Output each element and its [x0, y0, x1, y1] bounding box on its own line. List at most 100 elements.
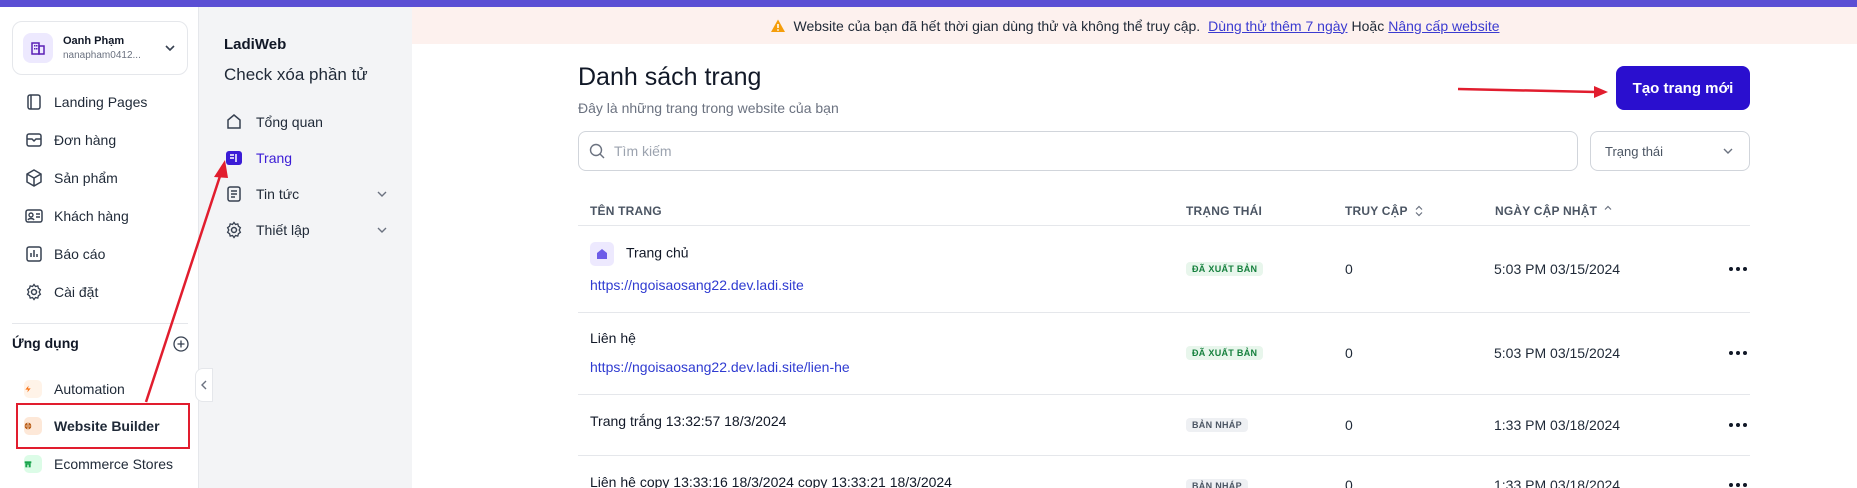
- sidebar-item-label: Sản phẩm: [54, 170, 118, 186]
- chevron-down-icon: [1723, 148, 1733, 154]
- table-divider: [578, 394, 1750, 395]
- status-badge: ĐÃ XUẤT BẢN: [1186, 262, 1264, 276]
- column-header-status: TRẠNG THÁI: [1186, 204, 1262, 218]
- status-filter-select[interactable]: Trạng thái: [1590, 131, 1750, 171]
- landing-pages-icon: [27, 94, 41, 110]
- chevron-down-icon: [165, 45, 175, 52]
- sidebar-item-settings[interactable]: Cài đặt: [24, 280, 98, 304]
- sidebar-item-orders[interactable]: Đơn hàng: [24, 128, 116, 152]
- page-name[interactable]: Liên hệ: [590, 330, 636, 346]
- contact-card-icon: [25, 209, 43, 223]
- sidebar-item-customers[interactable]: Khách hàng: [24, 204, 129, 228]
- site-navigation: LadiWeb Check xóa phần tử Tổng quan Tran…: [199, 7, 412, 488]
- table-header: TÊN TRANG TRẠNG THÁI TRUY CẬP NGÀY CẬP N…: [578, 196, 1750, 226]
- site-nav-pages[interactable]: Trang: [224, 147, 389, 169]
- sidebar-item-reports[interactable]: Báo cáo: [24, 242, 105, 266]
- product-box-icon: [26, 169, 42, 187]
- search-placeholder: Tìm kiếm: [614, 143, 672, 159]
- table-divider: [578, 312, 1750, 313]
- homepage-icon: [590, 242, 614, 266]
- sidebar-app-label: Automation: [54, 381, 125, 397]
- status-filter-label: Trạng thái: [1605, 143, 1664, 159]
- site-nav-label: Tổng quan: [256, 114, 323, 130]
- sort-icon: [1415, 205, 1423, 217]
- create-page-button[interactable]: Tạo trang mới: [1616, 66, 1750, 110]
- sidebar-item-label: Đơn hàng: [54, 132, 117, 148]
- sidebar-item-label: Cài đặt: [54, 284, 99, 300]
- site-subtitle: Check xóa phần tử: [224, 65, 368, 84]
- annotation-arrow-to-create-button: [1457, 86, 1608, 98]
- column-header-name: TÊN TRANG: [590, 204, 662, 218]
- page-title: Danh sách trang: [578, 63, 762, 91]
- status-badge: BẢN NHÁP: [1186, 479, 1248, 488]
- updated-date: 5:03 PM 03/15/2024: [1494, 345, 1621, 361]
- visit-count: 0: [1345, 477, 1353, 488]
- table-divider: [578, 225, 1750, 226]
- site-nav-label: Trang: [256, 150, 293, 166]
- page-name[interactable]: Liên hệ copy 13:33:16 18/3/2024 copy 13:…: [590, 474, 952, 488]
- site-nav-news[interactable]: Tin tức: [224, 183, 389, 205]
- account-email: nanapham0412...: [63, 50, 141, 61]
- search-input[interactable]: Tìm kiếm: [578, 131, 1578, 171]
- more-options-icon[interactable]: [1728, 422, 1748, 428]
- top-accent-bar: [0, 0, 1857, 7]
- chevron-left-icon: [201, 380, 207, 390]
- table-divider: [578, 455, 1750, 456]
- orders-icon: [26, 133, 42, 147]
- column-header-updated-label: NGÀY CẬP NHẬT: [1495, 204, 1598, 218]
- warning-icon: [770, 19, 785, 32]
- site-nav-overview[interactable]: Tổng quan: [224, 111, 389, 133]
- store-icon: [24, 455, 42, 473]
- chevron-down-icon[interactable]: [375, 187, 389, 201]
- page-name[interactable]: Trang trắng 13:32:57 18/3/2024: [590, 413, 786, 429]
- page-url-link[interactable]: https://ngoisaosang22.dev.ladi.site: [590, 277, 804, 293]
- column-header-visits-label: TRUY CẬP: [1345, 204, 1408, 218]
- updated-date: 1:33 PM 03/18/2024: [1494, 477, 1621, 488]
- visit-count: 0: [1345, 261, 1353, 277]
- sidebar-item-products[interactable]: Sản phẩm: [24, 166, 118, 190]
- more-options-icon[interactable]: [1728, 482, 1748, 488]
- gear-icon: [26, 283, 42, 301]
- site-nav-settings[interactable]: Thiết lập: [224, 219, 389, 241]
- extend-trial-link[interactable]: Dùng thử thêm 7 ngày: [1208, 18, 1347, 34]
- banner-message: Website của bạn đã hết thời gian dùng th…: [793, 17, 1201, 34]
- more-options-icon[interactable]: [1728, 350, 1748, 356]
- sidebar-item-label: Báo cáo: [54, 246, 106, 262]
- upgrade-website-link[interactable]: Nâng cấp website: [1388, 18, 1499, 34]
- sidebar-app-ecommerce[interactable]: Ecommerce Stores: [24, 452, 173, 476]
- visit-count: 0: [1345, 345, 1353, 361]
- add-app-icon[interactable]: [173, 336, 189, 352]
- pages-icon: [226, 151, 242, 165]
- more-options-icon[interactable]: [1728, 266, 1748, 272]
- sidebar-item-label: Khách hàng: [54, 208, 129, 224]
- status-badge: BẢN NHÁP: [1186, 418, 1248, 432]
- chevron-down-icon[interactable]: [375, 223, 389, 237]
- column-header-visits[interactable]: TRUY CẬP: [1345, 204, 1424, 218]
- status-badge: ĐÃ XUẤT BẢN: [1186, 346, 1264, 360]
- gear-icon: [226, 221, 242, 239]
- sidebar-app-label: Ecommerce Stores: [54, 456, 174, 472]
- sidebar-app-automation[interactable]: Automation: [24, 377, 125, 401]
- report-chart-icon: [26, 246, 42, 262]
- updated-date: 1:33 PM 03/18/2024: [1494, 417, 1621, 433]
- trial-expired-banner: Website của bạn đã hết thời gian dùng th…: [412, 7, 1857, 44]
- lightning-icon: [24, 380, 42, 398]
- site-nav-label: Tin tức: [256, 186, 300, 202]
- banner-or-text: Hoặc: [1351, 17, 1385, 34]
- visit-count: 0: [1345, 417, 1353, 433]
- site-nav-label: Thiết lập: [256, 222, 310, 238]
- sort-icon: [1604, 205, 1612, 210]
- sidebar-item-landing-pages[interactable]: Landing Pages: [24, 90, 147, 114]
- page-url-link[interactable]: https://ngoisaosang22.dev.ladi.site/lien…: [590, 359, 850, 375]
- collapse-sidebar-button[interactable]: [195, 368, 213, 402]
- annotation-highlight-box: [16, 403, 190, 449]
- news-icon: [227, 186, 241, 202]
- column-header-updated[interactable]: NGÀY CẬP NHẬT: [1495, 204, 1613, 218]
- apps-section-title: Ứng dụng: [12, 335, 79, 351]
- page-name[interactable]: Trang chủ: [626, 245, 689, 261]
- account-name: Oanh Phạm: [63, 35, 125, 47]
- company-icon: [23, 33, 53, 63]
- search-icon: [589, 143, 605, 158]
- account-switcher[interactable]: Oanh Phạm nanapham0412...: [12, 21, 188, 75]
- sidebar-divider: [12, 323, 188, 324]
